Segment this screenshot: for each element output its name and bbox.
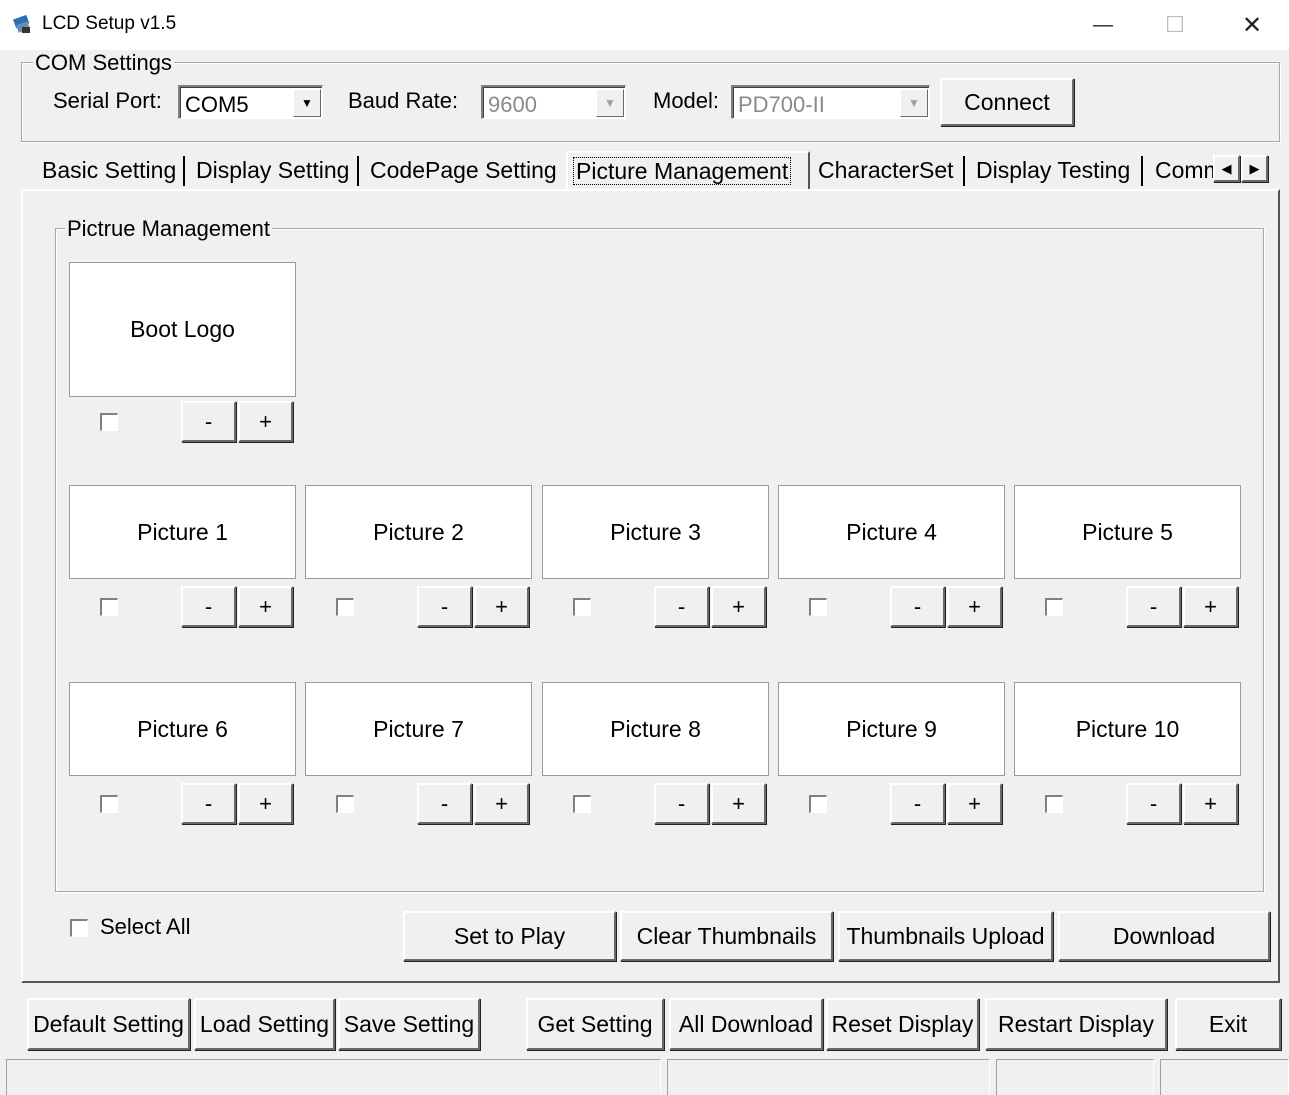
picture-10-checkbox[interactable] bbox=[1045, 795, 1063, 813]
picture-10-thumbnail[interactable]: Picture 10 bbox=[1014, 682, 1241, 776]
picture-6-remove-button[interactable]: - bbox=[181, 783, 236, 824]
picture-4-checkbox[interactable] bbox=[809, 598, 827, 616]
picture-4-thumbnail[interactable]: Picture 4 bbox=[778, 485, 1005, 579]
serial-port-select[interactable]: COM5 ▼ bbox=[178, 85, 323, 119]
all-download-button[interactable]: All Download bbox=[669, 998, 823, 1050]
picture-9-remove-button[interactable]: - bbox=[890, 783, 945, 824]
tab-codepage-setting[interactable]: CodePage Setting bbox=[370, 152, 557, 188]
picture-8-checkbox[interactable] bbox=[573, 795, 591, 813]
chevron-down-icon[interactable]: ▼ bbox=[596, 89, 624, 117]
tab-divider bbox=[183, 156, 185, 186]
picture-4-add-button[interactable]: + bbox=[947, 586, 1002, 627]
window-title: LCD Setup v1.5 bbox=[42, 13, 177, 34]
tab-basic-setting[interactable]: Basic Setting bbox=[42, 152, 176, 188]
tab-scroll-left-icon[interactable]: ◀ bbox=[1213, 155, 1240, 182]
load-setting-button[interactable]: Load Setting bbox=[194, 998, 335, 1050]
close-button[interactable]: ✕ bbox=[1222, 0, 1282, 50]
baud-rate-select[interactable]: 9600 ▼ bbox=[481, 85, 626, 119]
save-setting-button[interactable]: Save Setting bbox=[338, 998, 480, 1050]
boot-logo-remove-button[interactable]: - bbox=[181, 401, 236, 442]
status-panel-3 bbox=[996, 1059, 1154, 1095]
picture-3-add-button[interactable]: + bbox=[711, 586, 766, 627]
picture-2-add-button[interactable]: + bbox=[474, 586, 529, 627]
baud-rate-value: 9600 bbox=[488, 92, 537, 117]
tab-characterset[interactable]: CharacterSet bbox=[818, 152, 954, 188]
default-setting-button[interactable]: Default Setting bbox=[27, 998, 190, 1050]
picture-3-checkbox[interactable] bbox=[573, 598, 591, 616]
picture-4-remove-button[interactable]: - bbox=[890, 586, 945, 627]
minimize-button[interactable]: — bbox=[1073, 0, 1133, 50]
status-panel-2 bbox=[667, 1059, 990, 1095]
picture-9-add-button[interactable]: + bbox=[947, 783, 1002, 824]
picture-7-remove-button[interactable]: - bbox=[417, 783, 472, 824]
status-panel-4 bbox=[1160, 1059, 1289, 1095]
set-to-play-button[interactable]: Set to Play bbox=[403, 911, 616, 961]
picture-8-thumbnail[interactable]: Picture 8 bbox=[542, 682, 769, 776]
download-button[interactable]: Download bbox=[1058, 911, 1270, 961]
picture-6-checkbox[interactable] bbox=[100, 795, 118, 813]
picture-5-checkbox[interactable] bbox=[1045, 598, 1063, 616]
picture-1-thumbnail[interactable]: Picture 1 bbox=[69, 485, 296, 579]
picture-9-thumbnail[interactable]: Picture 9 bbox=[778, 682, 1005, 776]
picture-management-label: Pictrue Management bbox=[65, 216, 272, 242]
picture-7-thumbnail[interactable]: Picture 7 bbox=[305, 682, 532, 776]
chevron-down-icon[interactable]: ▼ bbox=[293, 89, 321, 117]
model-value: PD700-II bbox=[738, 92, 825, 117]
picture-6-thumbnail[interactable]: Picture 6 bbox=[69, 682, 296, 776]
picture-1-remove-button[interactable]: - bbox=[181, 586, 236, 627]
picture-3-thumbnail[interactable]: Picture 3 bbox=[542, 485, 769, 579]
connect-button[interactable]: Connect bbox=[940, 78, 1074, 126]
picture-5-remove-button[interactable]: - bbox=[1126, 586, 1181, 627]
picture-7-add-button[interactable]: + bbox=[474, 783, 529, 824]
tab-picture-management-label: Picture Management bbox=[573, 157, 792, 185]
tab-divider bbox=[963, 156, 965, 186]
status-panel-1 bbox=[6, 1059, 661, 1095]
picture-10-add-button[interactable]: + bbox=[1183, 783, 1238, 824]
app-icon bbox=[13, 14, 31, 33]
picture-3-remove-button[interactable]: - bbox=[654, 586, 709, 627]
com-settings-label: COM Settings bbox=[33, 50, 174, 76]
picture-2-remove-button[interactable]: - bbox=[417, 586, 472, 627]
reset-display-button[interactable]: Reset Display bbox=[826, 998, 979, 1050]
restart-display-button[interactable]: Restart Display bbox=[985, 998, 1167, 1050]
thumbnails-upload-button[interactable]: Thumbnails Upload bbox=[838, 911, 1053, 961]
picture-6-add-button[interactable]: + bbox=[238, 783, 293, 824]
clear-thumbnails-button[interactable]: Clear Thumbnails bbox=[620, 911, 833, 961]
boot-logo-checkbox[interactable] bbox=[100, 413, 118, 431]
tab-divider bbox=[357, 156, 359, 186]
serial-port-label: Serial Port: bbox=[53, 88, 162, 113]
boot-logo-add-button[interactable]: + bbox=[238, 401, 293, 442]
tab-comm[interactable]: Comm bbox=[1155, 152, 1213, 188]
picture-2-checkbox[interactable] bbox=[336, 598, 354, 616]
picture-7-checkbox[interactable] bbox=[336, 795, 354, 813]
tab-display-setting[interactable]: Display Setting bbox=[196, 152, 349, 188]
tab-scroll-right-icon[interactable]: ▶ bbox=[1241, 155, 1268, 182]
serial-port-value: COM5 bbox=[185, 92, 249, 117]
picture-1-checkbox[interactable] bbox=[100, 598, 118, 616]
picture-8-remove-button[interactable]: - bbox=[654, 783, 709, 824]
picture-5-add-button[interactable]: + bbox=[1183, 586, 1238, 627]
tab-picture-management[interactable]: Picture Management bbox=[566, 151, 810, 191]
picture-8-add-button[interactable]: + bbox=[711, 783, 766, 824]
tab-display-testing[interactable]: Display Testing bbox=[976, 152, 1130, 188]
title-bar: LCD Setup v1.5 — ☐ ✕ bbox=[0, 0, 1289, 50]
picture-1-add-button[interactable]: + bbox=[238, 586, 293, 627]
baud-rate-label: Baud Rate: bbox=[348, 88, 459, 113]
model-select[interactable]: PD700-II ▼ bbox=[731, 85, 930, 119]
picture-5-thumbnail[interactable]: Picture 5 bbox=[1014, 485, 1241, 579]
exit-button[interactable]: Exit bbox=[1175, 998, 1281, 1050]
select-all-checkbox[interactable] bbox=[70, 919, 88, 937]
chevron-down-icon[interactable]: ▼ bbox=[900, 89, 928, 117]
maximize-button[interactable]: ☐ bbox=[1145, 0, 1205, 50]
boot-logo-thumbnail[interactable]: Boot Logo bbox=[69, 262, 296, 397]
select-all-label[interactable]: Select All bbox=[100, 913, 191, 941]
picture-9-checkbox[interactable] bbox=[809, 795, 827, 813]
tab-divider bbox=[1141, 156, 1143, 186]
get-setting-button[interactable]: Get Setting bbox=[526, 998, 664, 1050]
picture-10-remove-button[interactable]: - bbox=[1126, 783, 1181, 824]
model-label: Model: bbox=[653, 88, 720, 113]
picture-2-thumbnail[interactable]: Picture 2 bbox=[305, 485, 532, 579]
